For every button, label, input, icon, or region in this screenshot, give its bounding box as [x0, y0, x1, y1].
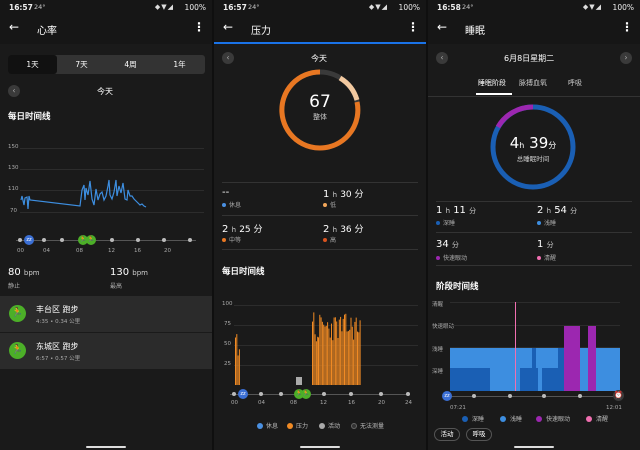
rest-hr: 80 bpm	[8, 267, 40, 278]
stress-bar	[237, 355, 239, 385]
stress-bar	[349, 329, 351, 385]
stress-bar	[358, 332, 360, 385]
stress-bar	[313, 312, 315, 385]
legend-awake: 清醒	[596, 416, 609, 423]
stress-bar	[321, 321, 323, 385]
x-tick: 16	[134, 248, 141, 254]
stress-bar	[325, 325, 327, 385]
x-tick: 20	[378, 400, 385, 406]
stress-bar	[315, 341, 317, 385]
sleep-icon: zz	[24, 235, 34, 245]
activity-detail: 6:57 • 0.57 公里	[36, 356, 81, 362]
sleep-icon: zz	[238, 389, 248, 399]
sleep-icon: zz	[442, 391, 452, 401]
x-tick: 20	[164, 248, 171, 254]
sleep-start-time: 07:21	[450, 405, 466, 411]
legend-deep: 深睡	[472, 416, 485, 423]
activity-title: 丰台区 跑步	[36, 305, 79, 314]
stress-bar	[238, 349, 240, 385]
legend-unmeasurable: 无法测量	[360, 423, 385, 430]
stress-bar	[318, 337, 319, 385]
stress-bar	[351, 326, 353, 385]
stress-bar	[359, 320, 361, 385]
stress-bar	[337, 338, 339, 385]
stress-bar	[344, 314, 345, 385]
sleep-screen: 16:58 24° ◆▼◢ 100% ← 睡眠 ⋮ ‹ 6月8日星期二 › 睡眠…	[428, 0, 640, 450]
legend-stress: 压力	[296, 423, 309, 430]
rest-hr-label: 静止	[8, 283, 21, 290]
legend-activity: 活动	[328, 423, 341, 430]
x-tick: 08	[290, 400, 297, 406]
stress-bar	[235, 337, 236, 385]
stress-bar	[350, 317, 352, 385]
x-tick: 12	[320, 400, 327, 406]
max-hr-label: 最高	[110, 283, 123, 290]
heart-rate-line	[20, 179, 147, 210]
stress-bars	[235, 312, 361, 385]
stress-screen: 16:57 24° ◆▼◢ 100% ← 压力 ⋮ ‹ 今天 67 整体 -- …	[214, 0, 426, 450]
legend-rem: 快速眼动	[546, 416, 571, 423]
stress-bar	[319, 314, 321, 385]
stress-bar	[338, 319, 340, 385]
alarm-icon: ⏰	[613, 390, 624, 401]
stress-bar	[340, 316, 342, 385]
stress-bar	[323, 324, 325, 385]
stress-bar	[324, 326, 326, 385]
x-tick: 08	[76, 248, 83, 254]
stress-bar	[314, 334, 316, 385]
activity-item[interactable]: 🏃 东城区 跑步 6:57 • 0.57 公里	[0, 333, 212, 369]
x-tick: 12	[108, 248, 115, 254]
stress-bar	[357, 331, 358, 385]
x-tick: 16	[348, 400, 355, 406]
chip-respiration[interactable]: 呼吸	[466, 428, 492, 441]
legend-rest: 休息	[266, 423, 279, 430]
run-icon: 🏃	[86, 235, 96, 245]
nav-handle[interactable]	[514, 446, 554, 448]
stress-bar	[346, 331, 348, 385]
stress-bar	[354, 321, 356, 385]
stress-bar	[353, 339, 355, 385]
heart-rate-screen: 16:57 24° ◆▼◢ 100% ← 心率 ⋮ 1天 7天 4周 1年 ‹ …	[0, 0, 212, 450]
x-tick: 00	[17, 248, 24, 254]
activity-bar	[296, 377, 302, 385]
stress-bar	[329, 337, 331, 385]
activity-title: 东城区 跑步	[36, 342, 79, 351]
stress-bar	[331, 323, 332, 385]
x-tick: 04	[43, 248, 50, 254]
run-icon: 🏃	[9, 342, 26, 359]
stress-bar	[336, 321, 338, 385]
sleep-stage-chart	[450, 302, 620, 391]
activity-item[interactable]: 🏃 丰台区 跑步 4:35 • 0.34 公里	[0, 296, 212, 332]
run-icon: 🏃	[301, 389, 311, 399]
stress-bar	[342, 318, 344, 385]
max-hr: 130 bpm	[110, 267, 148, 278]
x-tick: 04	[258, 400, 265, 406]
run-icon: 🏃	[9, 305, 26, 322]
stress-bar	[328, 328, 330, 385]
stress-bar	[320, 317, 322, 385]
stress-bar	[345, 313, 347, 385]
stress-bar	[341, 331, 343, 385]
x-tick: 24	[405, 400, 412, 406]
nav-handle[interactable]	[300, 446, 340, 448]
stress-bar	[347, 331, 349, 385]
x-tick: 00	[231, 400, 238, 406]
stress-bar	[355, 317, 357, 385]
stress-bar	[236, 334, 238, 385]
sleep-end-time: 12:01	[606, 405, 622, 411]
legend-light: 浅睡	[510, 416, 523, 423]
stress-bar	[334, 317, 336, 385]
stress-bar	[312, 321, 313, 385]
stress-bar	[332, 340, 334, 385]
chip-activity[interactable]: 活动	[434, 428, 460, 441]
nav-handle[interactable]	[86, 446, 126, 448]
stress-bar	[327, 322, 329, 385]
stress-bar	[333, 317, 335, 385]
activity-detail: 4:35 • 0.34 公里	[36, 319, 81, 325]
